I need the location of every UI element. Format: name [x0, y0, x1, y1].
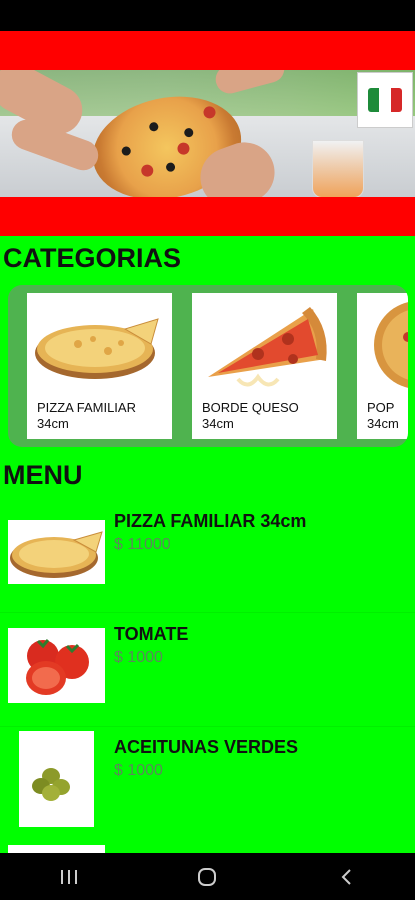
- menu-item[interactable]: ACEITUNAS VERDES $ 1000: [0, 729, 415, 841]
- pizza-slice-icon: [208, 307, 327, 387]
- category-size: 34cm: [202, 416, 234, 431]
- category-name: PIZZA FAMILIAR: [37, 400, 136, 415]
- category-card[interactable]: PIZZA FAMILIAR 34cm: [27, 293, 172, 439]
- category-card[interactable]: POP 34cm: [357, 293, 408, 439]
- menu-item[interactable]: PIZZA FAMILIAR 34cm $ 11000: [0, 503, 415, 615]
- menu-item-name: TOMATE: [114, 624, 189, 644]
- menu-item-name: ACEITUNAS VERDES: [114, 737, 299, 757]
- restaurant-logo: [357, 72, 413, 128]
- categories-carousel[interactable]: PIZZA FAMILIAR 34cm BORDE QUESO 34cm POP…: [8, 285, 408, 447]
- home-icon[interactable]: [177, 853, 237, 900]
- categories-title: CATEGORIAS: [3, 243, 182, 273]
- pizza-icon: [374, 302, 408, 388]
- pizza-icon: [8, 520, 105, 584]
- banner-pizza-photo: [0, 70, 415, 197]
- pizza-icon: [35, 318, 159, 379]
- header-banner: [0, 31, 415, 236]
- category-card[interactable]: BORDE QUESO 34cm: [192, 293, 337, 439]
- menu-title: MENU: [3, 460, 83, 490]
- category-size: 34cm: [367, 416, 399, 431]
- menu-item-name: PIZZA FAMILIAR 34cm: [114, 511, 307, 531]
- system-navigation-bar: [0, 853, 415, 900]
- category-name: POP: [367, 400, 395, 415]
- menu-item-price: $ 1000: [114, 649, 163, 666]
- category-name: BORDE QUESO: [202, 400, 299, 415]
- recents-icon[interactable]: [39, 853, 99, 900]
- category-size: 34cm: [37, 416, 69, 431]
- olives-icon: [19, 731, 94, 827]
- tomato-icon: [8, 628, 105, 703]
- menu-item-price: $ 11000: [114, 536, 171, 553]
- status-bar: [0, 0, 415, 31]
- menu-item-price: $ 1000: [114, 762, 163, 779]
- back-icon[interactable]: [316, 853, 376, 900]
- menu-item[interactable]: TOMATE $ 1000: [0, 616, 415, 728]
